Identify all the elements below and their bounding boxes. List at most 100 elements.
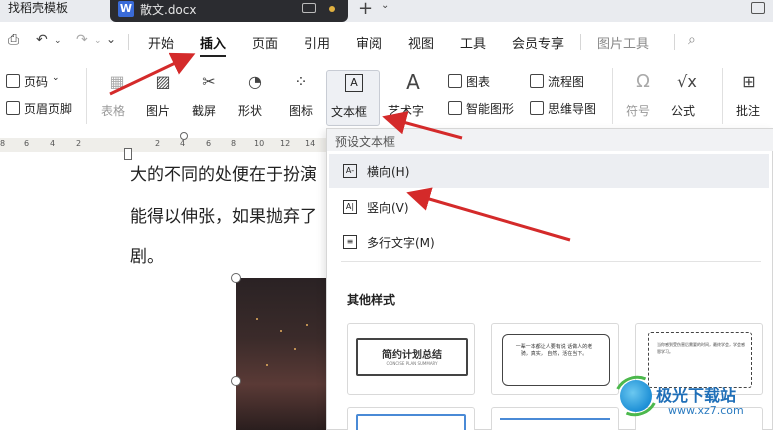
symbol-button[interactable]: 符号	[626, 102, 650, 119]
ruler-tick: 4	[50, 139, 56, 148]
art-text-button[interactable]: 艺术字	[388, 102, 424, 119]
card-text: 当你感到受伤害后需要的时间，最终学会，学会感恩学习。	[657, 342, 745, 354]
chevron-down-icon[interactable]: ⌄	[381, 0, 389, 11]
redo-icon[interactable]: ↷	[76, 32, 88, 48]
shape-button[interactable]: 形状	[238, 102, 262, 119]
divider	[674, 34, 675, 50]
other-styles-heading: 其他样式	[347, 293, 396, 307]
chevron-down-icon[interactable]: ⌄	[54, 36, 62, 46]
chart-icon	[448, 74, 462, 88]
ruler-tick: 2	[155, 139, 161, 148]
page-number-icon	[6, 74, 20, 88]
more-chevron-icon[interactable]: ⌄	[106, 32, 116, 46]
menu-item-reference[interactable]: 引用	[304, 33, 330, 52]
ruler-tick: 8	[231, 139, 237, 148]
screen-icon[interactable]	[302, 3, 316, 13]
menu-item-start[interactable]: 开始	[148, 33, 174, 52]
divider	[128, 34, 129, 50]
style-card-plan-summary[interactable]: 简约计划总结 CONCISE PLAN SUMMARY	[347, 323, 475, 395]
divider	[86, 68, 87, 124]
formula-button[interactable]: 公式	[671, 102, 695, 119]
light-dot	[306, 324, 308, 326]
menu-item-view[interactable]: 视图	[408, 33, 434, 52]
omega-symbol-icon: Ω	[636, 71, 650, 92]
page-number-button[interactable]: 页码	[24, 73, 48, 90]
card-frame	[500, 418, 610, 420]
ruler-tick: 6	[24, 139, 30, 148]
textbox-label: 文本框	[331, 105, 368, 119]
light-dot	[266, 364, 268, 366]
document-text-line[interactable]: 大的不同的处便在于扮演	[130, 160, 317, 185]
style-card[interactable]	[491, 407, 619, 430]
smart-graphic-icon	[448, 101, 462, 115]
indent-marker[interactable]	[124, 148, 132, 160]
menu-item-insert[interactable]: 插入	[200, 33, 226, 52]
card-frame: 简约计划总结 CONCISE PLAN SUMMARY	[356, 338, 468, 376]
document-title: 散文.docx	[140, 3, 197, 17]
active-tab-underline	[200, 55, 226, 57]
tab-stop-marker[interactable]	[180, 132, 188, 140]
multiline-textbox-item[interactable]: ≡ 多行文字(M)	[329, 225, 769, 259]
card-title: 简约计划总结	[382, 350, 442, 361]
ruler-tick: 4	[180, 139, 186, 148]
watermark-url: www.xz7.com	[668, 404, 744, 417]
resize-handle[interactable]	[231, 273, 241, 283]
menu-item-page[interactable]: 页面	[252, 33, 278, 52]
multiline-text-icon: ≡	[343, 235, 357, 249]
document-text-line[interactable]: 能得以伸张，如果抛弃了	[130, 202, 317, 227]
print-preview-icon[interactable]: ⎙	[8, 32, 19, 48]
icon-button[interactable]: 图标	[289, 102, 313, 119]
unsaved-dot-icon	[329, 6, 335, 12]
ruler-tick: 12	[280, 139, 291, 148]
resize-handle[interactable]	[231, 376, 241, 386]
mindmap-button[interactable]: 思维导图	[548, 100, 596, 117]
window-icon[interactable]	[751, 2, 765, 14]
textbox-button[interactable]: A 文本框	[326, 70, 380, 126]
table-button[interactable]: 表格	[101, 102, 125, 119]
menu-item-member[interactable]: 会员专享	[512, 33, 564, 52]
horizontal-textbox-item[interactable]: A- 横向(H)	[329, 154, 769, 188]
tab-document[interactable]: W 散文.docx	[110, 0, 348, 22]
vertical-textbox-label: 竖向(V)	[367, 201, 409, 215]
art-text-icon: A	[406, 70, 420, 94]
chevron-down-icon[interactable]: ⌄	[94, 36, 102, 46]
horizontal-ruler[interactable]: 8 6 4 2 2 4 6 8 10 12 14	[0, 138, 326, 152]
new-tab-plus-icon[interactable]: +	[358, 0, 373, 19]
ruler-tick: 8	[0, 139, 6, 148]
inserted-picture[interactable]	[236, 278, 328, 430]
header-footer-icon	[6, 101, 20, 115]
ruler-tick: 10	[254, 139, 265, 148]
ribbon-toolbar: 页码 ⌄ 页眉页脚 ▦ 表格 ▨ 图片 ✂ 截屏 ◔ 形状 ⁘ 图标 A 艺术字…	[0, 60, 773, 132]
chart-button[interactable]: 图表	[466, 73, 490, 90]
ruler-tick: 2	[76, 139, 82, 148]
tab-template-store[interactable]: 找稻壳模板	[0, 0, 76, 22]
dashed-frame: 当你感到受伤害后需要的时间，最终学会，学会感恩学习。	[648, 332, 752, 388]
picture-button[interactable]: 图片	[146, 102, 170, 119]
picture-icon: ▨	[155, 72, 171, 91]
ruler-tick: 6	[206, 139, 212, 148]
chevron-down-icon[interactable]: ⌄	[52, 73, 60, 83]
textbox-icon: A	[345, 74, 363, 92]
card-subtitle: CONCISE PLAN SUMMARY	[386, 361, 438, 366]
flowchart-icon	[530, 74, 544, 88]
screenshot-button[interactable]: 截屏	[192, 102, 216, 119]
comment-button[interactable]: 批注	[736, 102, 760, 119]
menu-item-tools[interactable]: 工具	[460, 33, 486, 52]
horizontal-text-icon: A-	[343, 164, 357, 178]
divider	[722, 68, 723, 124]
search-icon[interactable]: ⌕	[688, 32, 696, 48]
scroll-frame	[502, 334, 610, 386]
smart-graphic-button[interactable]: 智能图形	[466, 100, 514, 117]
style-card[interactable]	[347, 407, 475, 430]
preset-textbox-heading: 预设文本框	[335, 135, 396, 149]
vertical-textbox-item[interactable]: A| 竖向(V)	[329, 190, 769, 224]
flowchart-button[interactable]: 流程图	[548, 73, 584, 90]
menu-item-picture-tools[interactable]: 图片工具	[597, 33, 649, 52]
multiline-textbox-label: 多行文字(M)	[367, 236, 435, 250]
horizontal-textbox-label: 横向(H)	[367, 165, 410, 179]
undo-icon[interactable]: ↶	[36, 32, 48, 48]
document-text-line[interactable]: 剧。	[130, 242, 164, 267]
style-card-scroll[interactable]: 一辈一本都让人要有说 话做人的老骑，真实， 自然，活在当下。	[491, 323, 619, 395]
menu-item-review[interactable]: 审阅	[356, 33, 382, 52]
header-footer-button[interactable]: 页眉页脚	[24, 100, 72, 117]
